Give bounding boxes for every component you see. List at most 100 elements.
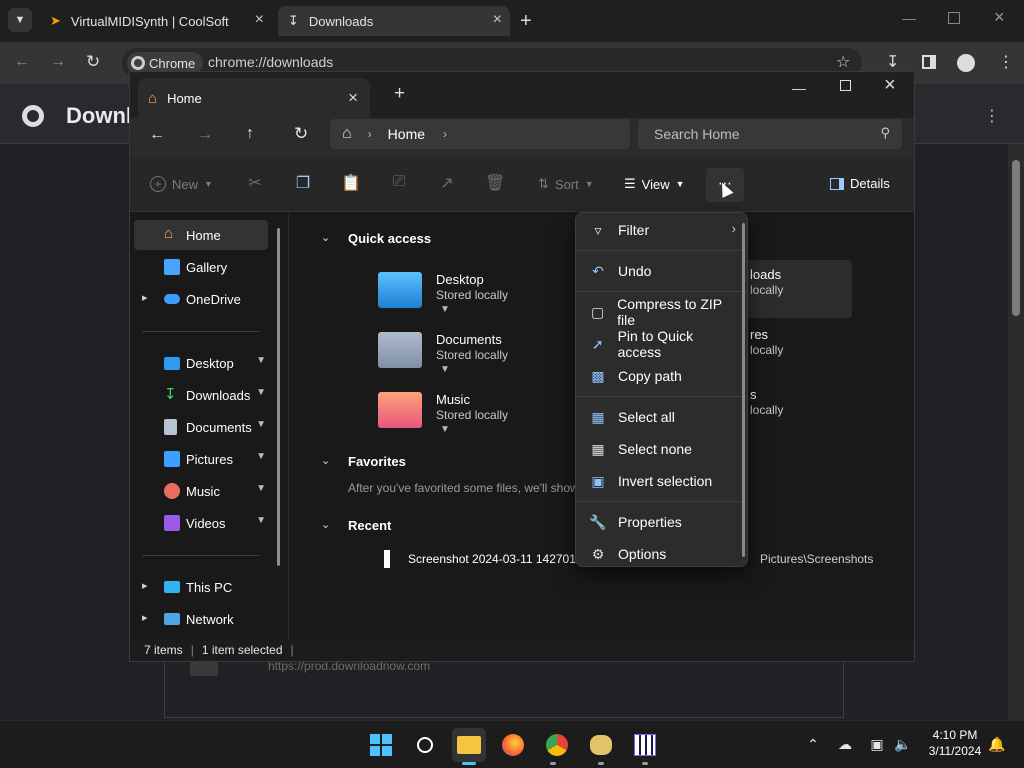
address-bar[interactable]: ⌂ › Home › [330, 119, 630, 149]
bookmark-star-icon[interactable]: ☆ [836, 52, 850, 72]
back-icon[interactable]: ← [14, 53, 30, 71]
nav-item-this-pc[interactable]: ▸ This PC [134, 572, 268, 602]
forward-icon[interactable]: → [197, 126, 213, 144]
up-icon[interactable]: ↑ [246, 125, 254, 143]
quick-item-documents[interactable]: Documents Stored locally ▼ [378, 324, 578, 380]
taskbar-chrome[interactable] [540, 728, 574, 762]
recent-item-name[interactable]: Screenshot 2024-03-11 142701. [408, 552, 579, 566]
minimize-icon[interactable]: — [792, 80, 806, 96]
menu-item-invert-selection[interactable]: ▣ Invert selection [580, 466, 738, 496]
pin-icon[interactable]: ▼ [256, 451, 266, 462]
pin-icon[interactable]: ▼ [256, 355, 266, 366]
close-window-icon[interactable]: × [884, 74, 896, 97]
section-recent[interactable]: Recent [348, 518, 391, 533]
new-tab-button[interactable]: + [394, 83, 405, 105]
nav-item-music[interactable]: Music ▼ [134, 476, 268, 506]
pin-icon[interactable]: ▼ [256, 419, 266, 430]
menu-item-undo[interactable]: ↶ Undo [580, 256, 738, 286]
quick-item-music[interactable]: Music Stored locally ▼ [378, 384, 578, 440]
reload-icon[interactable]: ↻ [86, 52, 100, 72]
chevron-up-icon[interactable]: ⌃ [804, 736, 822, 754]
chevron-right-icon[interactable]: › [443, 127, 447, 141]
onedrive-sync-icon[interactable]: ☁ [836, 736, 854, 754]
maximize-icon[interactable] [840, 80, 851, 91]
sort-button[interactable]: ⇅ Sort ▼ [538, 176, 594, 192]
taskbar-app-bee[interactable] [584, 728, 618, 762]
nav-item-network[interactable]: ▸ Network [134, 604, 268, 634]
section-favorites[interactable]: Favorites [348, 454, 406, 469]
refresh-icon[interactable]: ↻ [294, 124, 308, 144]
restore-icon[interactable] [948, 12, 960, 24]
pane-divider[interactable] [288, 214, 289, 639]
cut-icon[interactable]: ✂ [245, 173, 265, 193]
chrome-tab-virtualmidisynth[interactable]: ➤ VirtualMIDISynth | CoolSoft × [40, 6, 272, 36]
menu-item-filter[interactable]: ▿ Filter › [580, 215, 738, 245]
nav-item-onedrive[interactable]: ▸ OneDrive [134, 284, 268, 314]
menu-item-properties[interactable]: 🔧 Properties [580, 507, 738, 537]
nav-item-documents[interactable]: Documents ▼ [134, 412, 268, 442]
close-window-icon[interactable]: × [994, 7, 1005, 28]
back-icon[interactable]: ← [149, 126, 165, 144]
menu-kebab-icon[interactable]: ⋮ [998, 52, 1014, 72]
nav-pane-scrollbar[interactable] [277, 228, 280, 566]
minimize-icon[interactable]: — [902, 10, 916, 26]
chevron-right-icon[interactable]: ▸ [142, 579, 148, 592]
quick-item-desktop[interactable]: Desktop Stored locally ▼ [378, 264, 578, 320]
close-icon[interactable]: × [493, 11, 502, 29]
menu-item-copy-path[interactable]: ▩ Copy path [580, 361, 738, 391]
downloads-icon[interactable]: ↧ [886, 52, 899, 72]
search-input[interactable]: Search Home ⚲ [638, 119, 902, 149]
pin-icon[interactable]: ▼ [256, 387, 266, 398]
forward-icon[interactable]: → [50, 53, 66, 71]
section-quick-access[interactable]: Quick access [348, 231, 431, 246]
menu-item-options[interactable]: ⚙ Options [580, 539, 738, 569]
tab-search-button[interactable]: ▼ [8, 8, 32, 32]
search-button[interactable] [408, 728, 442, 762]
pin-icon[interactable]: ▼ [256, 515, 266, 526]
taskbar-clock[interactable]: 4:10 PM 3/11/2024 [920, 727, 990, 759]
taskbar-app-piano[interactable] [628, 728, 662, 762]
close-icon[interactable]: × [255, 11, 264, 29]
menu-item-compress[interactable]: ▢ Compress to ZIP file [580, 296, 738, 328]
taskbar-file-explorer[interactable] [452, 728, 486, 762]
nav-item-pictures[interactable]: Pictures ▼ [134, 444, 268, 474]
menu-item-select-none[interactable]: ▦ Select none [580, 434, 738, 464]
chevron-right-icon[interactable]: ▸ [142, 611, 148, 624]
notification-bell-icon[interactable]: 🔔 [988, 736, 1006, 754]
new-button[interactable]: + New ▼ [150, 176, 213, 192]
chevron-down-icon[interactable]: ⌄ [321, 518, 330, 531]
side-panel-icon[interactable] [922, 55, 936, 69]
menu-item-pin[interactable]: ➚ Pin to Quick access [580, 328, 738, 360]
explorer-tab-home[interactable]: ⌂ Home × [138, 78, 370, 118]
profile-icon[interactable] [957, 54, 975, 72]
share-icon[interactable]: ↗ [437, 173, 457, 193]
details-button[interactable]: Details [830, 176, 890, 191]
menu-item-select-all[interactable]: ▦ Select all [580, 402, 738, 432]
start-button[interactable] [364, 728, 398, 762]
rename-icon[interactable]: ⎚ [389, 173, 409, 193]
menu-scrollbar[interactable] [742, 223, 745, 557]
nav-item-gallery[interactable]: Gallery [134, 252, 268, 282]
new-tab-button[interactable]: + [520, 10, 532, 33]
nav-item-videos[interactable]: Videos ▼ [134, 508, 268, 538]
nav-item-home[interactable]: ⌂ Home [134, 220, 268, 250]
volume-muted-icon[interactable]: 🔈 [894, 736, 912, 754]
chevron-down-icon[interactable]: ⌄ [321, 231, 330, 244]
chrome-tab-downloads[interactable]: ↧ Downloads × [278, 6, 510, 36]
network-icon[interactable]: ▣ [868, 736, 886, 754]
scrollbar-thumb[interactable] [1012, 160, 1020, 316]
chevron-down-icon[interactable]: ⌄ [321, 454, 330, 467]
close-icon[interactable]: × [348, 88, 358, 108]
delete-icon[interactable]: 🗑 [485, 173, 505, 193]
paste-icon[interactable]: 📋 [341, 173, 361, 193]
url-text[interactable]: chrome://downloads [208, 54, 333, 70]
nav-item-desktop[interactable]: Desktop ▼ [134, 348, 268, 378]
pin-icon[interactable]: ▼ [256, 483, 266, 494]
breadcrumb[interactable]: Home [388, 126, 425, 142]
page-menu-icon[interactable]: ⋮ [984, 106, 1000, 126]
chevron-right-icon[interactable]: ▸ [142, 291, 148, 304]
taskbar-firefox[interactable] [496, 728, 530, 762]
view-button[interactable]: ☰ View ▼ [624, 176, 685, 192]
copy-icon[interactable]: ❐ [293, 173, 313, 193]
nav-item-downloads[interactable]: ↧ Downloads ▼ [134, 380, 268, 410]
